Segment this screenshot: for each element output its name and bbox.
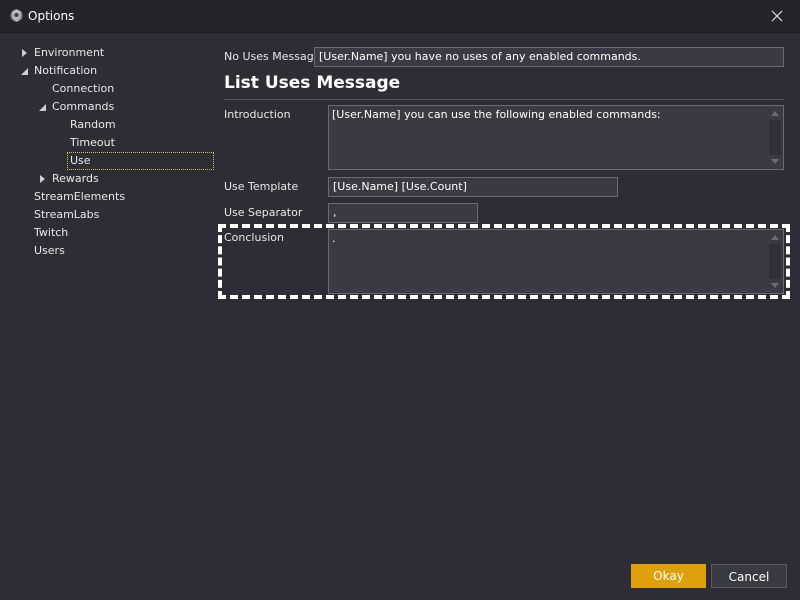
window-title: Options: [28, 9, 75, 23]
close-button[interactable]: [768, 7, 786, 25]
introduction-textarea[interactable]: [User.Name] you can use the following en…: [328, 105, 784, 170]
tree-item-label: Use: [70, 154, 91, 167]
conclusion-scrollbar[interactable]: [767, 230, 783, 293]
use-template-label: Use Template: [224, 180, 299, 193]
scroll-track[interactable]: [769, 244, 781, 279]
cancel-button[interactable]: Cancel: [711, 564, 787, 588]
no-uses-message-label: No Uses Message: [224, 50, 321, 63]
okay-button[interactable]: Okay: [631, 564, 706, 588]
section-divider: [224, 99, 784, 100]
scroll-up-icon[interactable]: [771, 111, 779, 116]
tree-item-label: Environment: [34, 46, 105, 59]
tree-item-label: Timeout: [70, 136, 115, 149]
tree-item-use[interactable]: Use: [67, 152, 214, 170]
tree-item-label: Random: [70, 118, 116, 131]
expand-arrow-icon[interactable]: [22, 49, 27, 57]
tree-item-label: Connection: [52, 82, 115, 95]
tree-item-label: StreamLabs: [34, 208, 100, 221]
tree-item-label: Twitch: [34, 226, 69, 239]
use-template-input[interactable]: [Use.Name] [Use.Count]: [328, 177, 618, 197]
scroll-down-icon[interactable]: [771, 159, 779, 164]
scroll-down-icon[interactable]: [771, 283, 779, 288]
conclusion-text: .: [332, 232, 336, 245]
options-window: Options Environment Notification Connect…: [0, 0, 800, 600]
app-logo-icon: [10, 9, 23, 22]
title-bar: Options: [0, 0, 800, 33]
collapse-arrow-icon[interactable]: [39, 104, 46, 111]
introduction-text: [User.Name] you can use the following en…: [332, 108, 661, 121]
tree-item-label: Notification: [34, 64, 98, 77]
close-icon: [771, 10, 783, 22]
scroll-up-icon[interactable]: [771, 235, 779, 240]
conclusion-label: Conclusion: [224, 231, 284, 244]
use-separator-label: Use Separator: [224, 206, 303, 219]
tree-item-label: Commands: [52, 100, 115, 113]
use-separator-input[interactable]: ,: [328, 203, 478, 223]
no-uses-message-input[interactable]: [User.Name] you have no uses of any enab…: [314, 47, 784, 67]
expand-arrow-icon[interactable]: [40, 175, 45, 183]
tree-item-label: StreamElements: [34, 190, 126, 203]
tree-item-label: Rewards: [52, 172, 99, 185]
conclusion-textarea[interactable]: .: [328, 229, 784, 294]
tree-item-label: Users: [34, 244, 65, 257]
introduction-scrollbar[interactable]: [767, 106, 783, 169]
collapse-arrow-icon[interactable]: [21, 68, 28, 75]
scroll-track[interactable]: [769, 120, 781, 155]
introduction-label: Introduction: [224, 108, 291, 121]
section-title: List Uses Message: [224, 73, 401, 93]
